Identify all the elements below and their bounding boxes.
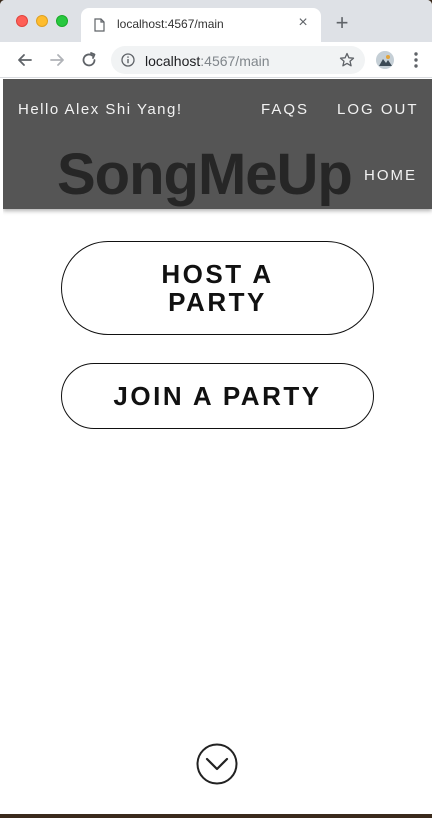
page-content: Hello Alex Shi Yang! FAQS LOG OUT SongMe…	[3, 79, 432, 814]
address-bar[interactable]: localhost:4567/main	[111, 46, 365, 74]
chevron-down-circle-icon[interactable]	[196, 743, 238, 785]
browser-toolbar: localhost:4567/main	[0, 42, 432, 78]
nav-faqs-link[interactable]: FAQS	[261, 101, 309, 118]
join-party-button[interactable]: JOIN A PARTY	[61, 363, 374, 429]
brand-logo-text: SongMeUp	[57, 142, 353, 207]
bookmark-star-icon[interactable]	[339, 52, 355, 68]
browser-tab[interactable]: localhost:4567/main ×	[81, 8, 321, 42]
more-menu-icon[interactable]	[412, 51, 420, 69]
window-maximize-button[interactable]	[56, 15, 68, 27]
nav-home-link[interactable]: HOME	[364, 167, 417, 184]
info-icon[interactable]	[121, 53, 135, 67]
reload-icon[interactable]	[79, 50, 99, 70]
tab-title: localhost:4567/main	[117, 17, 224, 31]
close-tab-icon[interactable]: ×	[295, 15, 311, 31]
site-header: Hello Alex Shi Yang! FAQS LOG OUT SongMe…	[3, 79, 432, 209]
window-minimize-button[interactable]	[36, 15, 48, 27]
page-icon	[94, 18, 105, 32]
nav-logout-link[interactable]: LOG OUT	[337, 101, 419, 118]
new-tab-button[interactable]: +	[332, 12, 352, 34]
profile-avatar-icon[interactable]	[376, 51, 394, 69]
tab-strip: localhost:4567/main × +	[0, 0, 432, 42]
user-greeting: Hello Alex Shi Yang!	[18, 101, 183, 118]
url-text: localhost:4567/main	[145, 53, 270, 69]
browser-window: localhost:4567/main × + localhost:4567/m…	[0, 0, 432, 814]
forward-arrow-icon[interactable]	[47, 50, 67, 70]
window-close-button[interactable]	[16, 15, 28, 27]
host-party-button[interactable]: HOST A PARTY	[61, 241, 374, 335]
back-arrow-icon[interactable]	[15, 50, 35, 70]
